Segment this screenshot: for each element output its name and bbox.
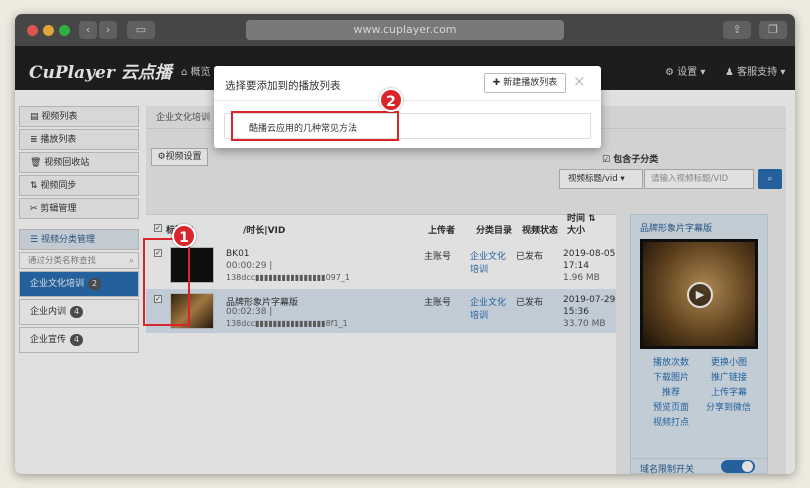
browser-window: ‹ › ▭ www.cuplayer.com ⇪ ❐ CuPlayer 云点播 … (15, 14, 795, 474)
close-icon[interactable]: × (573, 72, 586, 90)
modal-divider (214, 100, 601, 101)
modal-title: 选择要添加到的播放列表 (225, 80, 341, 92)
callout-box-1 (143, 238, 190, 326)
callout-badge-2: 2 (379, 88, 403, 112)
plus-icon: ✚ (492, 78, 504, 88)
callout-box-2 (231, 111, 399, 141)
new-playlist-button[interactable]: ✚ 新建播放列表 (484, 73, 566, 93)
callout-badge-1: 1 (172, 224, 196, 248)
